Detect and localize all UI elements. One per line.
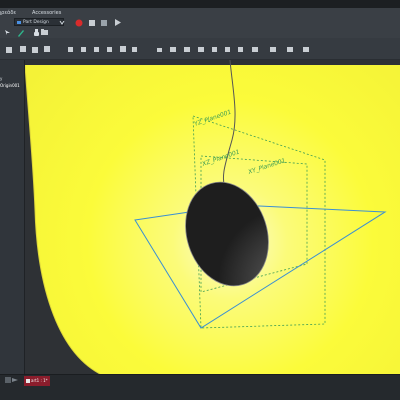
status-bar [0,374,400,400]
view-top-icon [32,47,38,53]
part-design-icon [17,21,21,24]
loft-icon [132,47,137,52]
workbench-selector[interactable]: Part Design [14,18,64,26]
folder-icon[interactable] [41,29,49,36]
menu-item-0[interactable]: ηρεάδε [0,8,16,18]
record-macro-button[interactable] [75,19,83,27]
tree-item[interactable]: y [0,76,2,81]
pad-icon [68,47,73,52]
document-tab-label: art1 : 1* [31,378,48,383]
3d-viewport[interactable]: YZ_Plane001 XZ_Plane001 XY_Plane001 [25,60,400,374]
view-toolbar [0,27,400,38]
menu-item-1[interactable]: Accessories [32,8,61,18]
model-tree-panel: y Origin001 [0,60,24,374]
fillet-icon [252,47,258,52]
hand-icon[interactable] [33,29,40,36]
view-iso-icon [6,47,12,53]
view-right-icon [44,46,50,52]
subtractive-cylinder-icon [225,47,230,52]
workbench-selector-label: Part Design [23,20,49,25]
tree-item-origin[interactable]: Origin001 [0,83,20,88]
subtractive-sphere-icon [238,47,243,52]
edit-icon[interactable] [17,29,25,37]
execute-macro-button[interactable] [113,18,122,27]
hole-icon [120,46,126,52]
document-tab[interactable]: art1 : 1* [24,376,50,386]
additive-sphere-icon [198,47,204,52]
additive-cylinder-icon [184,47,190,52]
revolution-icon [94,47,99,52]
groove-icon [107,47,112,52]
additive-box-icon [170,47,176,52]
pocket-icon [81,47,86,52]
macros-button[interactable] [100,19,108,27]
stop-macro-button[interactable] [88,19,96,27]
subtractive-box-icon [212,47,217,52]
chamfer-icon [270,47,276,52]
pointer-icon[interactable] [4,29,11,36]
arrow-icon[interactable] [12,377,18,383]
3d-scene: YZ_Plane001 XZ_Plane001 XY_Plane001 [25,60,400,374]
pipe-icon [157,48,162,52]
draft-icon [287,47,293,52]
menu-bar: ηρεάδε Accessories [0,8,400,18]
thickness-icon [303,47,309,52]
chevron-down-icon[interactable] [59,20,65,25]
view-front-icon [20,46,26,52]
document-icon [26,379,30,383]
part-design-tools[interactable] [0,45,400,55]
nav-cube-menu-icon[interactable] [5,377,11,383]
